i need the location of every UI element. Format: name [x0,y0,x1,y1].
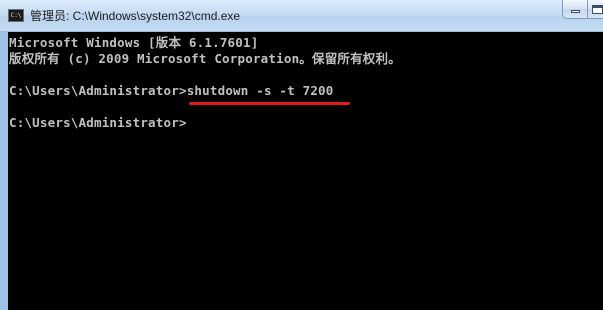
shutdown-command: shutdown -s -t 7200 [186,83,334,98]
title-bar[interactable]: C:\ 管理员: C:\Windows\system32\cmd.exe [0,0,603,32]
maximize-icon [592,5,603,14]
console-output-area[interactable]: Microsoft Windows [版本 6.1.7601] 版权所有 (c)… [8,32,603,310]
current-prompt-line[interactable]: C:\Users\Administrator> [9,115,187,131]
console-app-icon-glyph: C:\ [10,12,22,19]
version-line: Microsoft Windows [版本 6.1.7601] [9,35,259,50]
command-line: C:\Users\Administrator>shutdown -s -t 72… [9,83,334,99]
prompt: C:\Users\Administrator> [9,83,187,98]
minimize-icon [571,10,580,13]
cmd-window: C:\ 管理员: C:\Windows\system32\cmd.exe Mic… [0,0,603,310]
window-title: 管理员: C:\Windows\system32\cmd.exe [30,9,241,23]
minimize-button[interactable] [562,0,588,19]
command-highlight-underline [189,102,350,105]
maximize-button[interactable] [587,0,603,19]
copyright-line: 版权所有 (c) 2009 Microsoft Corporation。保留所有… [9,51,401,66]
console-app-icon[interactable]: C:\ [8,9,24,22]
